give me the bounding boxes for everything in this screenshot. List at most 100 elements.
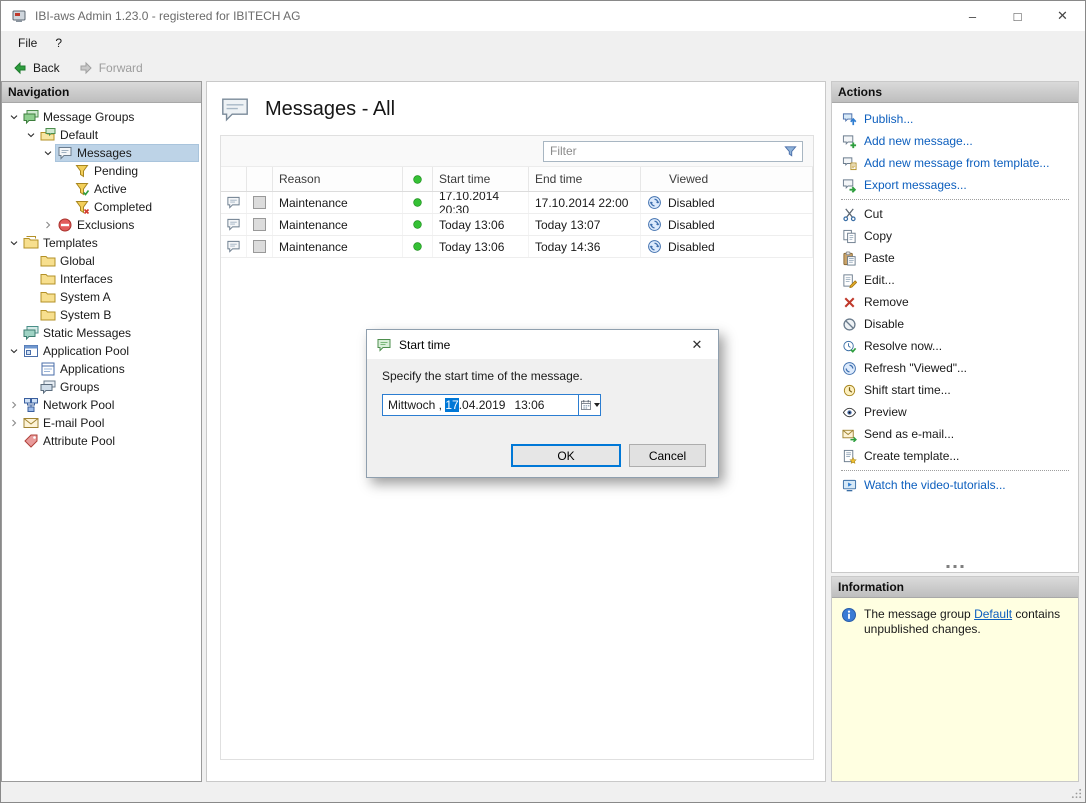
tree-item-global[interactable]: Global [2,252,201,270]
chevron-right-icon[interactable] [6,416,21,431]
chevron-down-icon[interactable] [6,344,21,359]
action-export-messages[interactable]: Export messages... [832,174,1078,196]
date-day-selected[interactable]: 17 [445,398,458,412]
filter-funnel-icon[interactable] [783,144,798,159]
cell-end-time: Today 14:36 [529,236,641,257]
action-preview[interactable]: Preview [832,401,1078,423]
info-icon [841,607,857,623]
cancel-button[interactable]: Cancel [629,444,706,467]
action-remove[interactable]: Remove [832,291,1078,313]
menu-help[interactable]: ? [46,34,71,52]
maximize-button[interactable]: □ [995,1,1040,31]
close-button[interactable]: ✕ [1040,1,1085,31]
action-disable[interactable]: Disable [832,313,1078,335]
table-row[interactable]: MaintenanceToday 13:06Today 13:07Disable… [221,214,813,236]
disable-icon [842,317,857,332]
tree-item-pending[interactable]: Pending [2,162,201,180]
action-label: Create template... [864,449,959,463]
action-label: Add new message... [864,134,973,148]
column-reason[interactable]: Reason [273,167,403,191]
column-status[interactable] [403,167,433,191]
tree-item-default[interactable]: Default [2,126,201,144]
tree-item-e-mail-pool[interactable]: E-mail Pool [2,414,201,432]
action-add-new-message[interactable]: Add new message... [832,130,1078,152]
forward-button[interactable]: Forward [73,58,152,78]
action-paste[interactable]: Paste [832,247,1078,269]
column-viewed[interactable]: Viewed [641,167,813,191]
minimize-button[interactable]: – [950,1,995,31]
chevron-down-icon[interactable] [6,236,21,251]
chevron-down-icon[interactable] [6,110,21,125]
row-checkbox[interactable] [253,196,266,209]
action-refresh-viewed[interactable]: Refresh "Viewed"... [832,357,1078,379]
tree-item-groups[interactable]: Groups [2,378,201,396]
chevron-down-icon[interactable] [23,128,38,143]
action-resolve-now[interactable]: Resolve now... [832,335,1078,357]
table-row[interactable]: MaintenanceToday 13:06Today 14:36Disable… [221,236,813,258]
tree-item-body: Pending [72,162,199,180]
filter-input[interactable] [546,144,783,158]
tree-item-interfaces[interactable]: Interfaces [2,270,201,288]
date-suffix[interactable]: .04.2019 [459,398,506,412]
default-group-link[interactable]: Default [974,607,1012,621]
tree-item-static-messages[interactable]: Static Messages [2,324,201,342]
column-start-time[interactable]: Start time [433,167,529,191]
resize-grip-icon[interactable] [1071,788,1082,799]
menu-file[interactable]: File [9,34,46,52]
cell-reason: Maintenance [273,192,403,213]
action-copy[interactable]: Copy [832,225,1078,247]
tree-item-exclusions[interactable]: Exclusions [2,216,201,234]
add-message-template-icon [842,156,857,171]
time-value[interactable]: 13:06 [514,398,544,412]
dialog-close-button[interactable]: ✕ [676,330,718,359]
action-watch-the-video-tutorials[interactable]: Watch the video-tutorials... [832,474,1078,496]
actions-divider [841,199,1069,200]
tree-item-templates[interactable]: Templates [2,234,201,252]
folder-icon [40,253,56,269]
cell-viewed: Disabled [641,214,813,235]
chevron-spacer [57,164,72,179]
column-message-icon[interactable] [221,167,247,191]
actions-overflow-indicator[interactable] [947,565,964,568]
window-controls: – □ ✕ [950,1,1085,31]
tree-item-system-a[interactable]: System A [2,288,201,306]
column-checkbox[interactable] [247,167,273,191]
tree-item-label: Global [60,254,99,268]
chevron-right-icon[interactable] [6,398,21,413]
tree-item-completed[interactable]: Completed [2,198,201,216]
tree-item-active[interactable]: Active [2,180,201,198]
navigation-tree: Message GroupsDefaultMessagesPending Acti… [2,103,201,450]
tree-item-system-b[interactable]: System B [2,306,201,324]
action-publish[interactable]: Publish... [832,108,1078,130]
action-send-as-e-mail[interactable]: Send as e-mail... [832,423,1078,445]
back-button[interactable]: Back [7,58,69,78]
cell-checkbox [247,192,273,213]
column-end-time[interactable]: End time [529,167,641,191]
toolbar: Back Forward [1,54,1085,81]
action-shift-start-time[interactable]: Shift start time... [832,379,1078,401]
dialog-title: Start time [399,338,450,352]
ok-button[interactable]: OK [511,444,621,467]
tree-item-applications[interactable]: Applications [2,360,201,378]
tree-item-messages[interactable]: Messages [2,144,201,162]
chevron-right-icon[interactable] [40,218,55,233]
calendar-dropdown-button[interactable] [578,395,600,415]
tree-item-attribute-pool[interactable]: Attribute Pool [2,432,201,450]
tree-item-application-pool[interactable]: Application Pool [2,342,201,360]
tree-item-network-pool[interactable]: Network Pool [2,396,201,414]
action-edit[interactable]: Edit... [832,269,1078,291]
row-checkbox[interactable] [253,218,266,231]
table-row[interactable]: Maintenance17.10.2014 20:3017.10.2014 22… [221,192,813,214]
row-checkbox[interactable] [253,240,266,253]
chevron-down-icon[interactable] [40,146,55,161]
start-time-picker[interactable]: Mittwoch , 17.04.2019 13:06 [382,394,601,416]
action-cut[interactable]: Cut [832,203,1078,225]
action-create-template[interactable]: Create template... [832,445,1078,467]
chevron-spacer [57,182,72,197]
active-filter-icon [74,181,90,197]
tree-item-message-groups[interactable]: Message Groups [2,108,201,126]
action-add-new-message-from-template[interactable]: Add new message from template... [832,152,1078,174]
tree-item-label: Active [94,182,131,196]
cell-text: Maintenance [279,218,348,232]
date-prefix[interactable]: Mittwoch , [388,398,445,412]
